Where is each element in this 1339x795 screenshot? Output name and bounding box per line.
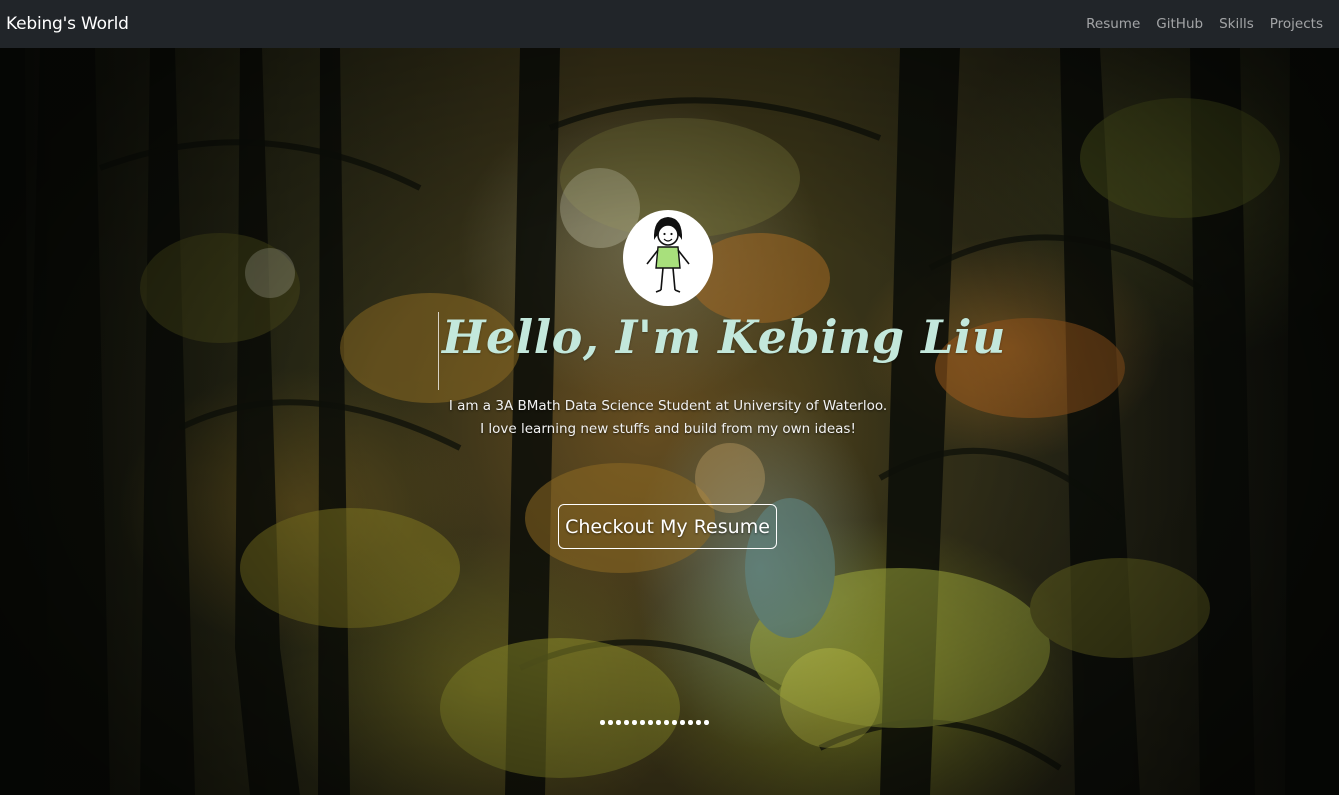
nav-link-projects[interactable]: Projects xyxy=(1270,16,1323,32)
carousel-dot[interactable] xyxy=(648,720,653,725)
carousel-dot[interactable] xyxy=(664,720,669,725)
nav-link-skills[interactable]: Skills xyxy=(1219,16,1254,32)
carousel-dot[interactable] xyxy=(640,720,645,725)
nav-link-resume[interactable]: Resume xyxy=(1086,16,1140,32)
intro-line-2: I love learning new stuffs and build fro… xyxy=(480,421,856,437)
avatar xyxy=(623,210,713,306)
hero-intro: I am a 3A BMath Data Science Student at … xyxy=(370,395,966,441)
carousel-dot[interactable] xyxy=(704,720,709,725)
carousel-dot[interactable] xyxy=(616,720,621,725)
navbar: Kebing's World Resume GitHub Skills Proj… xyxy=(0,0,1339,48)
carousel-dot[interactable] xyxy=(696,720,701,725)
carousel-dot[interactable] xyxy=(688,720,693,725)
avatar-illustration xyxy=(646,217,690,293)
carousel-dot[interactable] xyxy=(656,720,661,725)
carousel-dot[interactable] xyxy=(600,720,605,725)
carousel-indicators xyxy=(600,720,709,725)
carousel-dot[interactable] xyxy=(624,720,629,725)
typing-cursor xyxy=(438,312,439,390)
nav-links: Resume GitHub Skills Projects xyxy=(1086,16,1323,32)
brand-link[interactable]: Kebing's World xyxy=(6,14,129,34)
carousel-dot[interactable] xyxy=(632,720,637,725)
hero-headline: Hello, I'm Kebing Liu xyxy=(442,310,1006,364)
checkout-resume-button[interactable]: Checkout My Resume xyxy=(558,504,777,549)
carousel-dot[interactable] xyxy=(672,720,677,725)
carousel-dot[interactable] xyxy=(680,720,685,725)
carousel-dot[interactable] xyxy=(608,720,613,725)
nav-link-github[interactable]: GitHub xyxy=(1156,16,1203,32)
intro-line-1: I am a 3A BMath Data Science Student at … xyxy=(448,398,888,414)
